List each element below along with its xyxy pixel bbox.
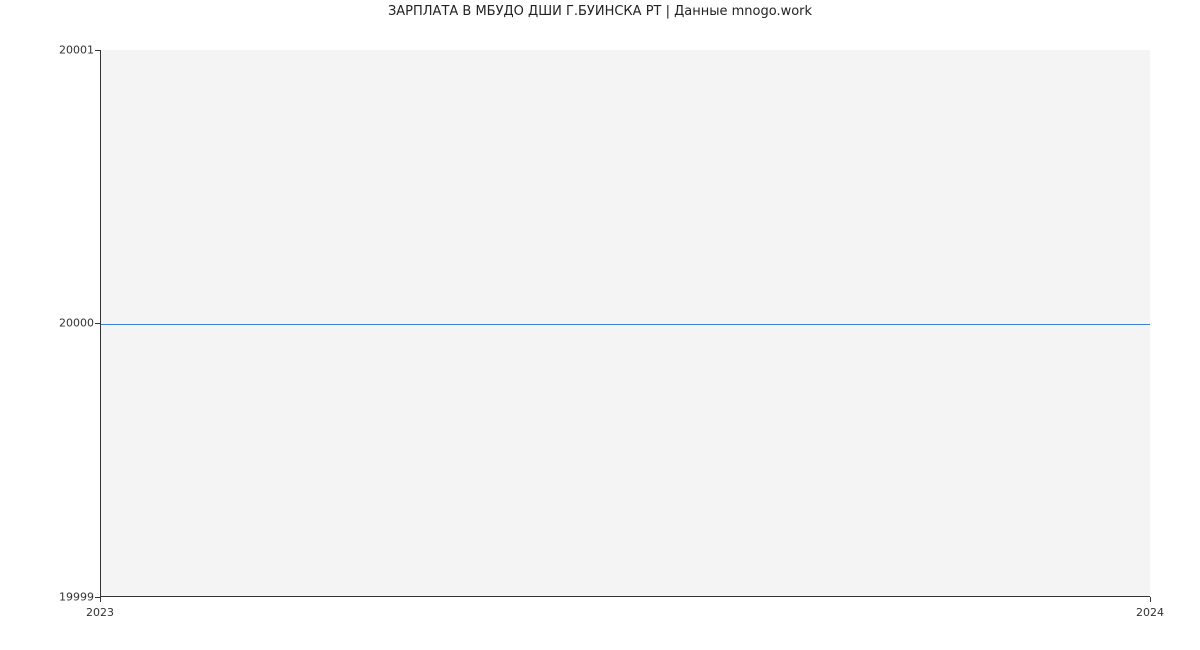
x-tick-mark bbox=[1150, 597, 1151, 602]
y-tick-label: 20000 bbox=[59, 317, 94, 330]
chart-title: ЗАРПЛАТА В МБУДО ДШИ Г.БУИНСКА РТ | Данн… bbox=[0, 4, 1200, 19]
plot-area bbox=[100, 50, 1150, 597]
x-tick-label: 2024 bbox=[1136, 606, 1164, 619]
y-tick-label: 19999 bbox=[59, 591, 94, 604]
x-tick-mark bbox=[100, 597, 101, 602]
chart-container: ЗАРПЛАТА В МБУДО ДШИ Г.БУИНСКА РТ | Данн… bbox=[0, 0, 1200, 650]
x-tick-label: 2023 bbox=[86, 606, 114, 619]
line-series bbox=[101, 324, 1150, 325]
y-tick-label: 20001 bbox=[59, 44, 94, 57]
